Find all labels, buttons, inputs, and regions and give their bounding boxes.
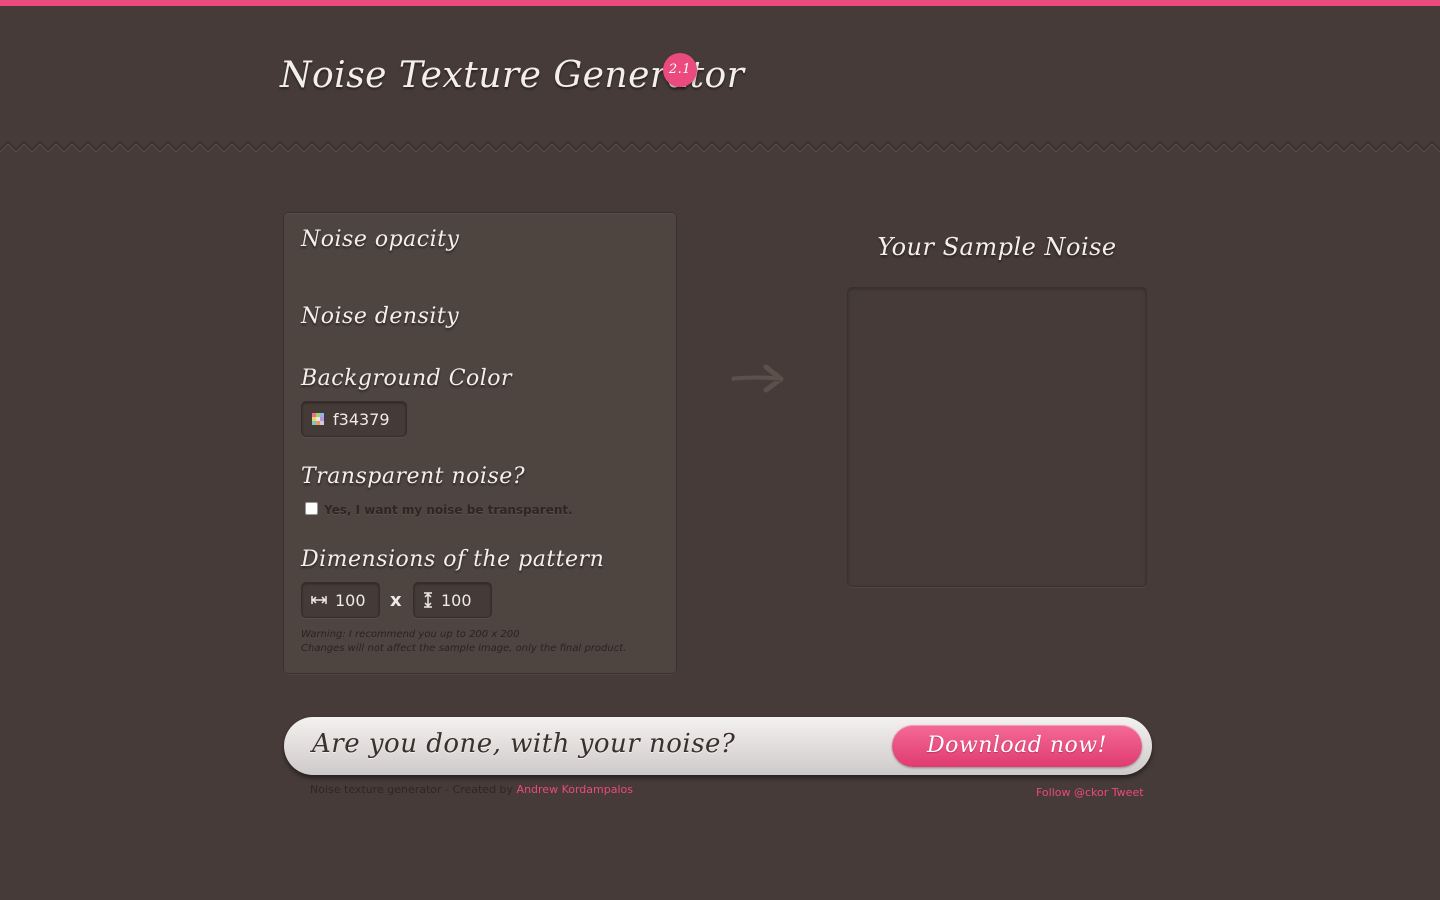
footer-social: Follow @ckor Tweet [1036, 786, 1144, 799]
height-input[interactable]: 100 [413, 582, 492, 618]
color-picker-icon [311, 412, 325, 426]
cta-question: Are you done, with your noise? [312, 729, 736, 759]
author-link[interactable]: Andrew Kordampalos [517, 783, 633, 796]
height-arrows-icon [423, 592, 433, 608]
tweet-link[interactable]: Tweet [1112, 786, 1144, 799]
transparent-noise-checkbox-label[interactable]: Yes, I want my noise be transparent. [324, 503, 573, 517]
zigzag-divider [0, 140, 1440, 153]
dimension-times-symbol: x [390, 590, 402, 611]
height-value: 100 [441, 590, 472, 610]
noise-density-label: Noise density [301, 304, 460, 329]
download-cta-bar: Are you done, with your noise? Download … [284, 717, 1152, 775]
width-input[interactable]: 100 [301, 582, 380, 618]
background-color-value: f34379 [333, 409, 390, 429]
dimensions-label: Dimensions of the pattern [301, 547, 605, 572]
transparent-noise-checkbox[interactable] [305, 502, 318, 515]
background-color-label: Background Color [301, 366, 513, 391]
version-badge: 2.1 [663, 53, 697, 87]
dimension-warning-line-1: Warning: I recommend you up to 200 x 200 [301, 629, 520, 640]
background-color-field[interactable]: f34379 [301, 401, 407, 437]
sample-noise-title: Your Sample Noise [877, 233, 1117, 261]
follow-twitter-link[interactable]: Follow @ckor [1036, 786, 1108, 799]
width-arrows-icon [311, 595, 327, 605]
sample-noise-preview [847, 287, 1147, 587]
download-button[interactable]: Download now! [892, 725, 1142, 767]
top-accent-strip [0, 0, 1440, 6]
noise-opacity-label: Noise opacity [301, 227, 460, 252]
footer-credit-text: Noise texture generator - Created by [310, 783, 514, 796]
footer-credit: Noise texture generator - Created by And… [310, 783, 633, 796]
width-value: 100 [335, 590, 366, 610]
dimension-warning-line-2: Changes will not affect the sample image… [301, 643, 627, 654]
transparent-noise-label: Transparent noise? [301, 464, 526, 489]
right-arrow-icon [731, 364, 784, 393]
settings-panel: Noise opacity Noise density Background C… [283, 212, 677, 674]
